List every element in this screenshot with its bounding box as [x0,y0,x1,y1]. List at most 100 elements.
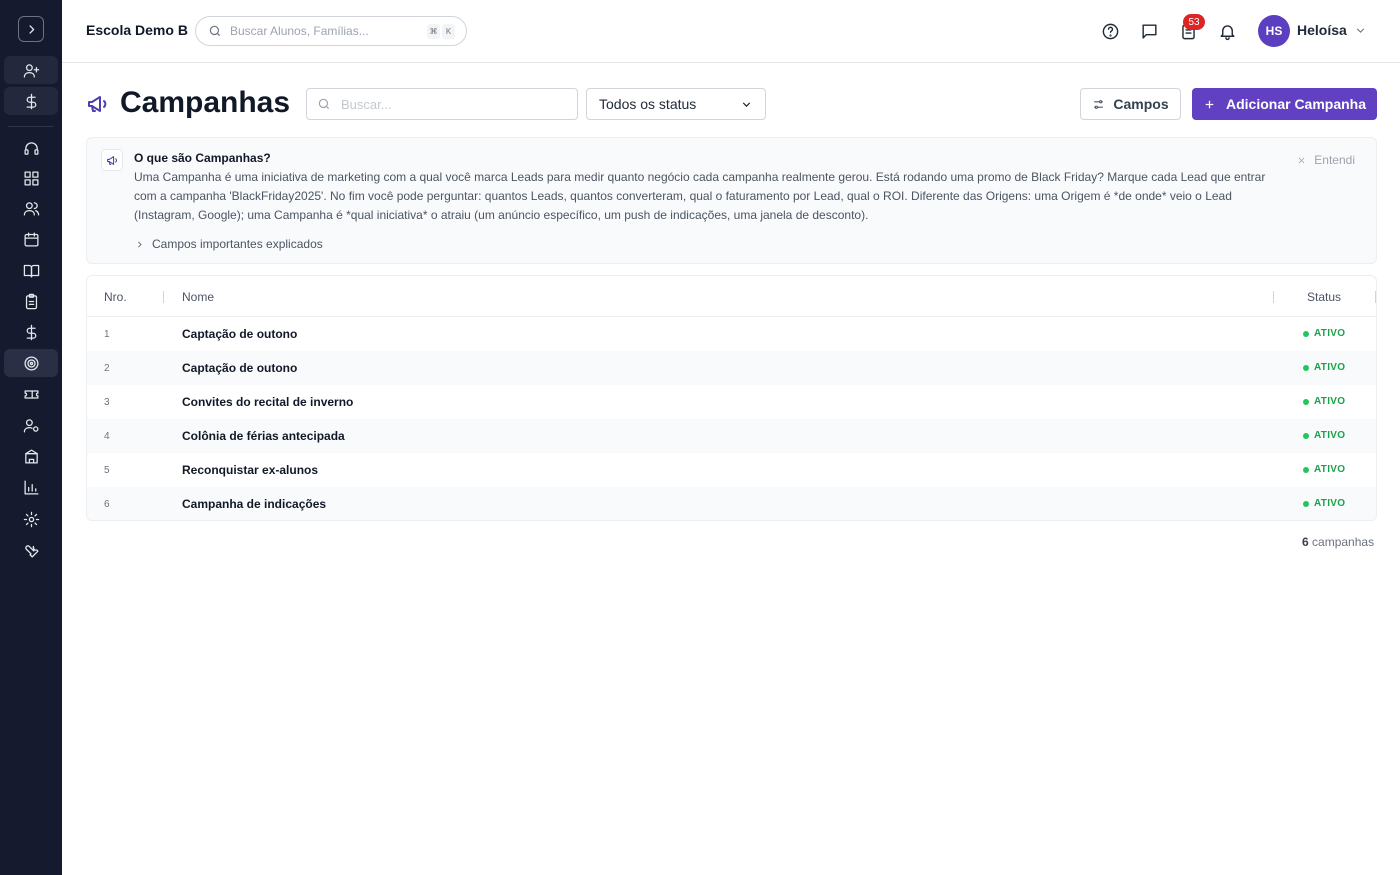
campaign-name[interactable]: Colônia de férias antecipada [182,429,345,443]
sidebar-item-support[interactable] [4,134,58,162]
headset-icon [23,141,39,155]
page-title: Campanhas [120,86,291,119]
sidebar-item-tickets[interactable] [4,380,58,408]
status-badge: ATIVO [1303,464,1345,475]
close-icon [1298,157,1305,163]
sidebar-item-leads[interactable] [4,56,58,84]
avatar[interactable]: HS [1258,15,1290,47]
status-label: ATIVO [1314,430,1346,441]
chevron-down-icon [742,101,751,107]
info-title: O que são Campanhas? [134,151,271,165]
sidebar-item-sales[interactable] [4,87,58,115]
help-button[interactable] [1099,20,1121,42]
campaign-search-input[interactable]: Buscar... [306,88,578,120]
sidebar-item-campaigns[interactable] [4,349,58,377]
sidebar-divider [8,126,54,127]
notifications-button[interactable] [1216,20,1238,42]
sidebar-item-dashboard[interactable] [4,164,58,192]
shortcut-key-k: K [442,24,455,39]
column-header-nome[interactable]: Nome [182,290,214,304]
status-dot [1303,466,1309,473]
top-bar: Escola Demo B Buscar Alunos, Famílias...… [62,0,1400,63]
table-row[interactable]: 2 Captação de outono ATIVO [87,351,1376,385]
status-badge: ATIVO [1303,498,1345,509]
ticket-icon [23,389,39,399]
sidebar-item-reports[interactable] [4,473,58,501]
status-dot [1303,500,1309,507]
status-filter-select[interactable]: Todos os status [586,88,766,120]
row-number: 6 [104,499,110,510]
status-badge: ATIVO [1303,328,1345,339]
chevron-right-icon [138,241,142,247]
notification-badge: 53 [1183,14,1205,30]
fields-button[interactable]: Campos [1080,88,1181,120]
user-plus-icon [23,63,39,78]
row-number: 3 [104,397,110,408]
dollar-icon [26,324,36,340]
fields-explained-label: Campos importantes explicados [152,237,323,251]
plus-icon [1205,100,1214,108]
status-dot [1303,330,1309,337]
sidebar-item-students[interactable] [4,194,58,222]
column-resize-handle[interactable] [163,291,164,303]
info-body: Uma Campanha é uma iniciativa de marketi… [134,170,1266,222]
sidebar-item-staff[interactable] [4,411,58,439]
global-search-input[interactable]: Buscar Alunos, Famílias... ⌘ K [195,16,467,46]
add-campaign-button[interactable]: Adicionar Campanha [1192,88,1377,120]
status-badge: ATIVO [1303,362,1345,373]
sidebar-toggle-button[interactable] [18,16,44,42]
wrench-icon [24,544,39,558]
sidebar-item-tools[interactable] [4,536,58,564]
status-label: ATIVO [1314,498,1346,509]
campaign-search-placeholder: Buscar... [341,96,392,112]
row-number: 2 [104,363,110,374]
column-header-nro[interactable]: Nro. [104,290,127,304]
clipboard-icon [25,293,37,309]
status-label: ATIVO [1314,328,1346,339]
sidebar-item-courses[interactable] [4,256,58,284]
column-header-status[interactable]: Status [1307,290,1341,304]
calendar-icon [23,231,39,247]
sidebar-item-settings[interactable] [4,505,58,533]
dismiss-label: Entendi [1314,153,1355,167]
fields-explained-toggle[interactable]: Campos importantes explicados [135,237,323,251]
table-row[interactable]: 1 Captação de outono ATIVO [87,317,1376,351]
status-badge: ATIVO [1303,396,1345,407]
column-resize-handle[interactable] [1375,291,1376,303]
campaign-name[interactable]: Captação de outono [182,327,297,341]
campaign-name[interactable]: Reconquistar ex-alunos [182,463,318,477]
table-row[interactable]: 6 Campanha de indicações ATIVO [87,487,1376,520]
table-header: Nro. Nome Status [87,276,1376,317]
sidebar-item-attendance[interactable] [4,287,58,315]
campaign-name[interactable]: Captação de outono [182,361,297,375]
dismiss-button[interactable]: Entendi [1297,153,1355,167]
campaign-name[interactable]: Campanha de indicações [182,497,326,511]
fields-button-label: Campos [1113,96,1169,112]
user-name[interactable]: Heloísa [1297,22,1347,38]
school-name: Escola Demo B [86,22,188,38]
sidebar-item-calendar[interactable] [4,225,58,253]
table-row[interactable]: 4 Colônia de férias antecipada ATIVO [87,419,1376,453]
status-filter-value: Todos os status [599,96,697,112]
column-resize-handle[interactable] [1273,291,1274,303]
global-search-placeholder: Buscar Alunos, Famílias... [230,24,369,38]
status-label: ATIVO [1314,362,1346,373]
chat-icon [1141,23,1157,39]
sidebar-item-school[interactable] [4,442,58,470]
user-menu-toggle[interactable] [1354,24,1367,42]
table-row[interactable]: 3 Convites do recital de inverno ATIVO [87,385,1376,419]
search-icon [318,98,330,110]
sidebar-item-finance[interactable] [4,318,58,346]
users-icon [23,201,39,216]
sliders-icon [1094,99,1104,109]
book-icon [23,264,39,278]
megaphone-icon [101,149,123,171]
megaphone-icon [86,92,110,121]
table-row[interactable]: 5 Reconquistar ex-alunos ATIVO [87,453,1376,487]
campaign-name[interactable]: Convites do recital de inverno [182,395,353,409]
help-circle-icon [1102,23,1118,39]
bar-chart-icon [23,479,39,495]
building-icon [24,448,38,464]
messages-button[interactable] [1138,20,1160,42]
bell-icon [1219,24,1235,40]
